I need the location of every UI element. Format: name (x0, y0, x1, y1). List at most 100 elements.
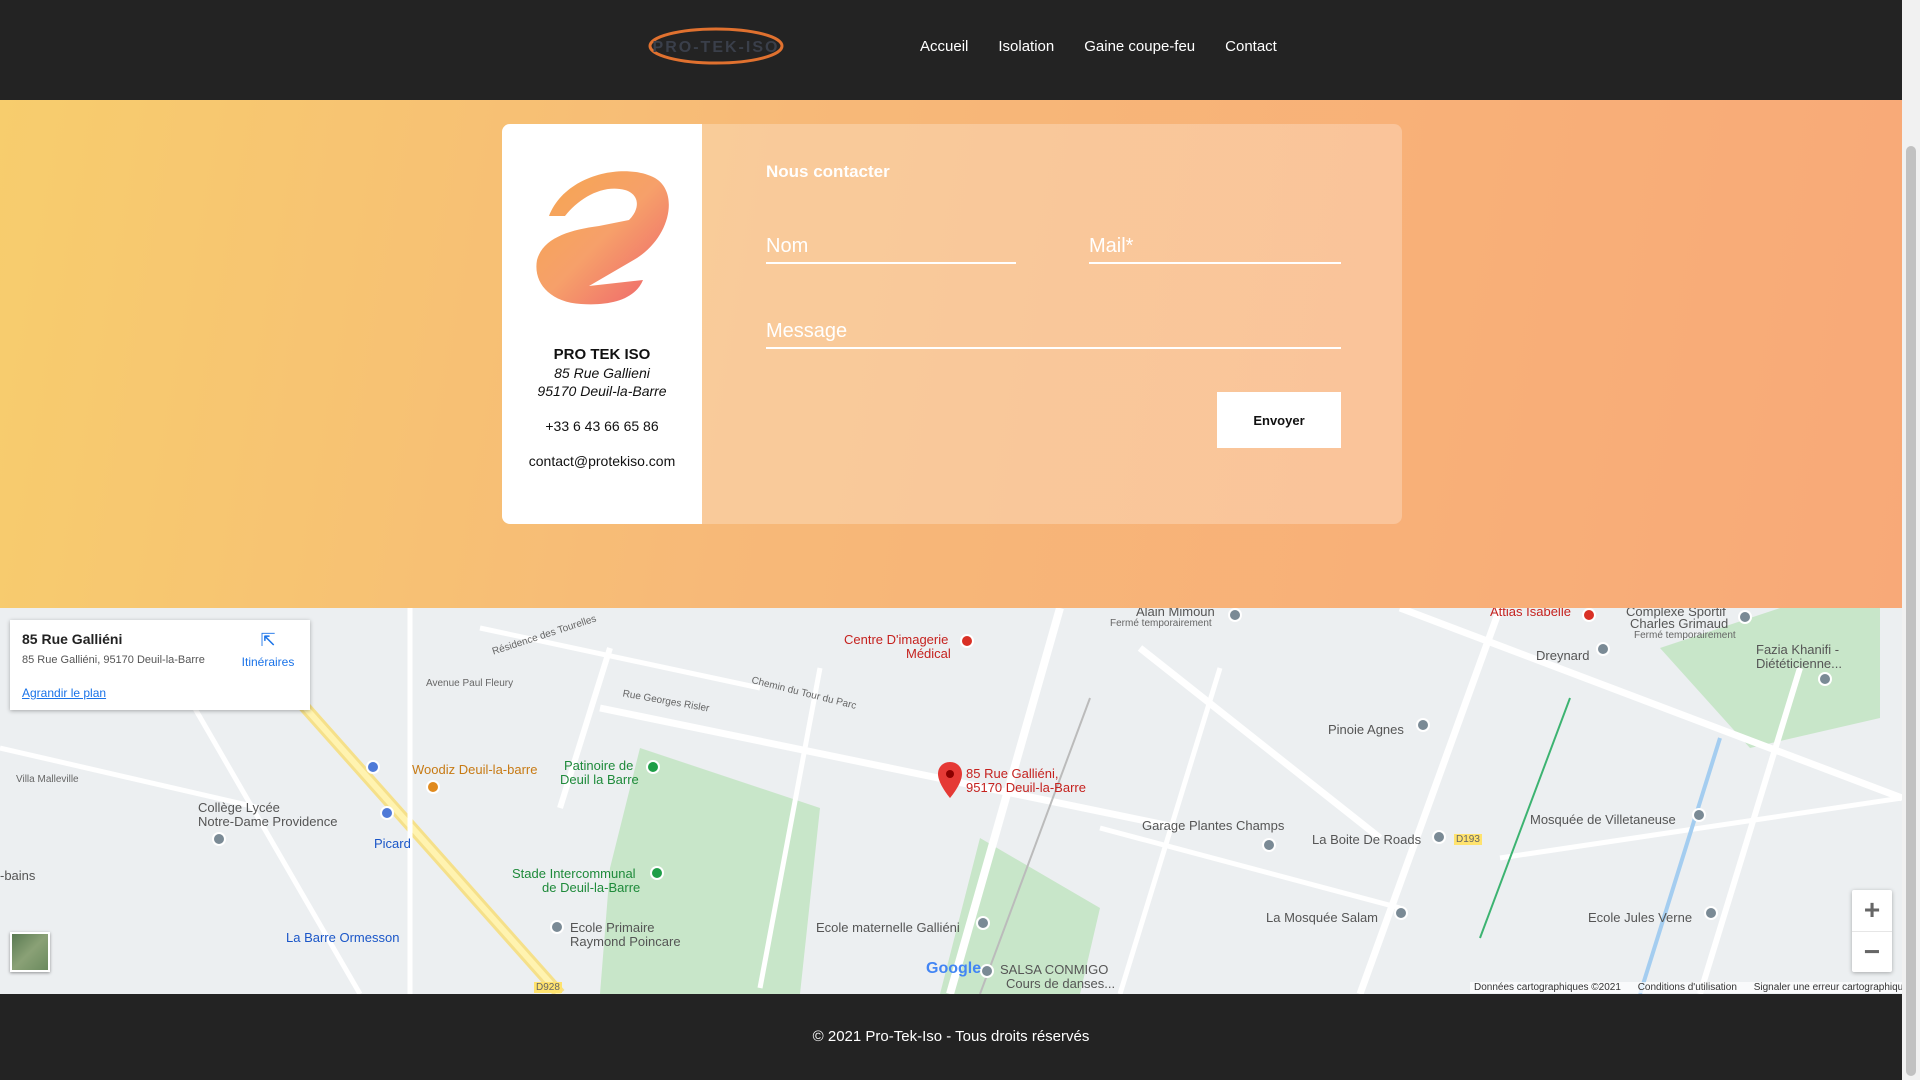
message-input[interactable] (766, 315, 1341, 347)
nav-accueil[interactable]: Accueil (920, 38, 968, 55)
map-label: Ecole Primaire (570, 920, 655, 935)
poi-marker[interactable] (426, 780, 440, 794)
page-scrollbar[interactable] (1902, 0, 1920, 1080)
map-label: Mosquée de Villetaneuse (1530, 812, 1676, 827)
company-details: PRO TEK ISO 85 Rue Gallieni 95170 Deuil-… (502, 346, 702, 470)
directions-button[interactable]: ⇱ Itinéraires (238, 630, 298, 669)
poi-marker[interactable] (550, 920, 564, 934)
scrollbar-thumb[interactable] (1906, 146, 1916, 1076)
mail-input[interactable] (1089, 230, 1341, 262)
map-label: Fazia Khanifi - (1756, 642, 1840, 657)
main-nav: Accueil Isolation Gaine coupe-feu Contac… (920, 38, 1307, 55)
map-label: La Boite De Roads (1312, 832, 1422, 847)
poi-marker[interactable] (1596, 642, 1610, 656)
map-label: Pinoie Agnes (1328, 722, 1404, 737)
map-label: Stade Intercommunal (512, 866, 636, 881)
map-label: Fermé temporairement (1634, 630, 1736, 641)
nav-contact[interactable]: Contact (1225, 38, 1277, 55)
poi-marker[interactable] (1582, 608, 1596, 622)
map-label: Collège Lycée (198, 800, 280, 815)
map-label: Centre D'imagerie (844, 632, 949, 647)
google-map[interactable]: Alain Mimoun Fermé temporairement Attias… (0, 608, 1902, 994)
contact-section: PRO TEK ISO 85 Rue Gallieni 95170 Deuil-… (0, 100, 1902, 608)
poi-marker[interactable] (1416, 718, 1430, 732)
map-label: La Barre Ormesson (286, 930, 400, 945)
road-sign-d928: D928 (534, 982, 562, 993)
location-pin-icon[interactable] (938, 762, 962, 798)
company-address-line2: 95170 Deuil-la-Barre (537, 383, 667, 399)
map-label: La Mosquée Salam (1266, 910, 1379, 925)
map-label: Fermé temporairement (1110, 618, 1212, 629)
map-label: Picard (374, 836, 411, 851)
company-phone[interactable]: +33 6 43 66 65 86 (502, 417, 702, 435)
map-label: Charles Grimaud (1630, 616, 1729, 631)
map-label: Dreynard (1536, 648, 1590, 663)
directions-icon: ⇱ (260, 630, 276, 650)
company-panel: PRO TEK ISO 85 Rue Gallieni 95170 Deuil-… (502, 124, 702, 524)
company-name: PRO TEK ISO (553, 346, 651, 363)
map-label: Notre-Dame Providence (198, 814, 338, 829)
poi-marker[interactable] (1394, 906, 1408, 920)
contact-card: PRO TEK ISO 85 Rue Gallieni 95170 Deuil-… (502, 124, 1402, 524)
map-label: Attias Isabelle (1490, 608, 1571, 619)
map-label: Garage Plantes Champs (1142, 818, 1285, 833)
poi-marker[interactable] (980, 964, 994, 978)
poi-marker[interactable] (960, 634, 974, 648)
satellite-toggle[interactable] (10, 932, 50, 972)
map-label: Avenue Paul Fleury (426, 678, 514, 689)
map-label: Cours de danses... (1006, 976, 1116, 991)
enlarge-map-link[interactable]: Agrandir le plan (22, 686, 106, 700)
map-label: Diététicienne... (1756, 656, 1842, 671)
logo-text: PRO-TEK-ISO (653, 39, 780, 56)
nav-gaine-coupe-feu[interactable]: Gaine coupe-feu (1084, 38, 1195, 55)
map-terms-link[interactable]: Conditions d'utilisation (1638, 982, 1737, 993)
pin-label-line2: 95170 Deuil-la-Barre (966, 780, 1086, 795)
poi-marker[interactable] (1738, 610, 1752, 624)
road-sign-d193: D193 (1454, 834, 1482, 845)
map-report-link[interactable]: Signaler une erreur cartographique (1754, 982, 1902, 993)
site-header: PRO-TEK-ISO Accueil Isolation Gaine coup… (0, 0, 1902, 100)
directions-label: Itinéraires (241, 655, 295, 669)
map-label: Woodiz Deuil-la-barre (412, 762, 538, 777)
google-logo: Google (926, 960, 982, 977)
poi-marker[interactable] (380, 806, 394, 820)
poi-marker[interactable] (1228, 608, 1242, 622)
poi-marker[interactable] (366, 760, 380, 774)
poi-marker[interactable] (1432, 830, 1446, 844)
poi-marker[interactable] (1818, 672, 1832, 686)
map-label: Médical (906, 646, 951, 661)
map-attribution: Données cartographiques ©2021 Conditions… (1470, 982, 1902, 993)
nav-isolation[interactable]: Isolation (998, 38, 1054, 55)
send-button[interactable]: Envoyer (1217, 392, 1341, 448)
poi-marker[interactable] (212, 832, 226, 846)
pin-label-line1: 85 Rue Galliéni, (966, 766, 1059, 781)
zoom-in-button[interactable]: + (1852, 890, 1892, 931)
copyright-text: © 2021 Pro-Tek-Iso - Tous droits réservé… (812, 1028, 1090, 1045)
site-footer: © 2021 Pro-Tek-Iso - Tous droits réservé… (0, 994, 1902, 1080)
map-label: Deuil la Barre (560, 772, 639, 787)
poi-marker[interactable] (1704, 906, 1718, 920)
poi-marker[interactable] (1692, 808, 1706, 822)
poi-marker[interactable] (1262, 838, 1276, 852)
brand-mark-icon (529, 164, 675, 306)
map-label: -bains (0, 868, 36, 883)
map-data-credit: Données cartographiques ©2021 (1474, 982, 1621, 993)
poi-marker[interactable] (650, 866, 664, 880)
zoom-out-button[interactable]: − (1852, 931, 1892, 972)
logo-graphic: PRO-TEK-ISO (648, 27, 784, 65)
map-label: de Deuil-la-Barre (542, 880, 641, 895)
mail-field-wrapper (1089, 230, 1341, 264)
poi-marker[interactable] (976, 916, 990, 930)
company-email[interactable]: contact@protekiso.com (502, 452, 702, 470)
form-title: Nous contacter (766, 162, 890, 181)
map-label: SALSA CONMIGO (1000, 962, 1109, 977)
map-label: Villa Malleville (16, 774, 79, 785)
site-logo[interactable]: PRO-TEK-ISO (618, 22, 814, 74)
message-field-wrapper (766, 315, 1341, 349)
map-label: Raymond Poincare (570, 934, 681, 949)
map-label: Ecole Jules Verne (1588, 910, 1693, 925)
name-field-wrapper (766, 230, 1016, 264)
poi-marker[interactable] (646, 760, 660, 774)
map-label: Ecole maternelle Galliéni (816, 920, 960, 935)
name-input[interactable] (766, 230, 1016, 262)
